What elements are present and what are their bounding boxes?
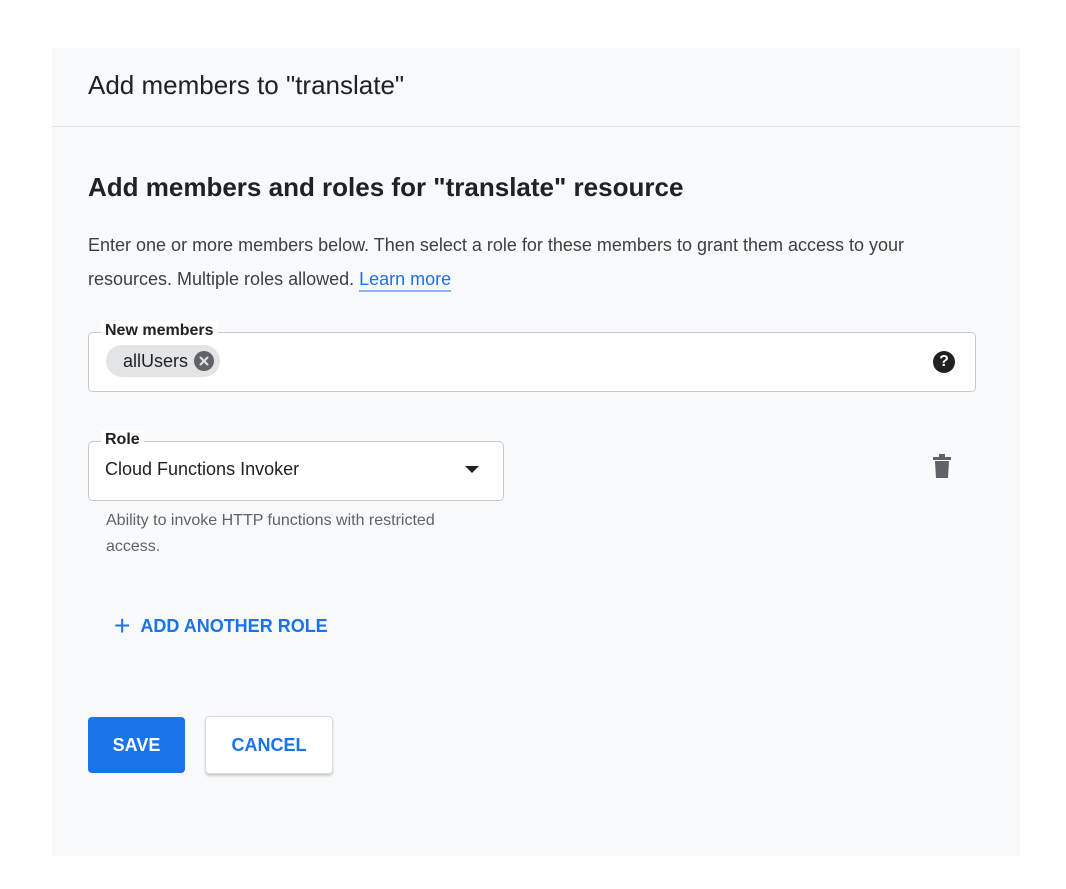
panel-header: Add members to "translate" bbox=[52, 48, 1020, 127]
role-select-value: Cloud Functions Invoker bbox=[105, 459, 300, 479]
help-circle-icon[interactable]: ? bbox=[933, 351, 955, 373]
add-members-panel: Add members to "translate" Add members a… bbox=[52, 48, 1020, 856]
caret-down-icon bbox=[465, 466, 479, 473]
description-text: Enter one or more members below. Then se… bbox=[88, 235, 905, 289]
add-another-role-label: ADD ANOTHER ROLE bbox=[140, 615, 328, 636]
role-select[interactable]: Role Cloud Functions Invoker bbox=[88, 430, 504, 501]
section-title: Add members and roles for "translate" re… bbox=[88, 172, 684, 202]
trash-icon[interactable] bbox=[932, 454, 952, 478]
role-label: Role bbox=[101, 430, 144, 450]
section-description: Enter one or more members below. Then se… bbox=[88, 228, 988, 296]
panel-title: Add members to "translate" bbox=[88, 70, 405, 100]
plus-icon: + bbox=[114, 610, 131, 641]
member-chip-label: allUsers bbox=[123, 350, 189, 371]
add-another-role-button[interactable]: + ADD ANOTHER ROLE bbox=[110, 608, 332, 644]
learn-more-link[interactable]: Learn more bbox=[359, 269, 452, 292]
new-members-field[interactable]: New members allUsers ? bbox=[88, 321, 976, 392]
role-description: Ability to invoke HTTP functions with re… bbox=[106, 512, 435, 555]
save-button[interactable]: SAVE bbox=[88, 717, 185, 773]
new-members-label: New members bbox=[101, 321, 218, 341]
cancel-button[interactable]: CANCEL bbox=[205, 716, 333, 774]
close-circle-icon[interactable] bbox=[194, 351, 215, 371]
member-chip-allusers: allUsers bbox=[106, 345, 221, 377]
